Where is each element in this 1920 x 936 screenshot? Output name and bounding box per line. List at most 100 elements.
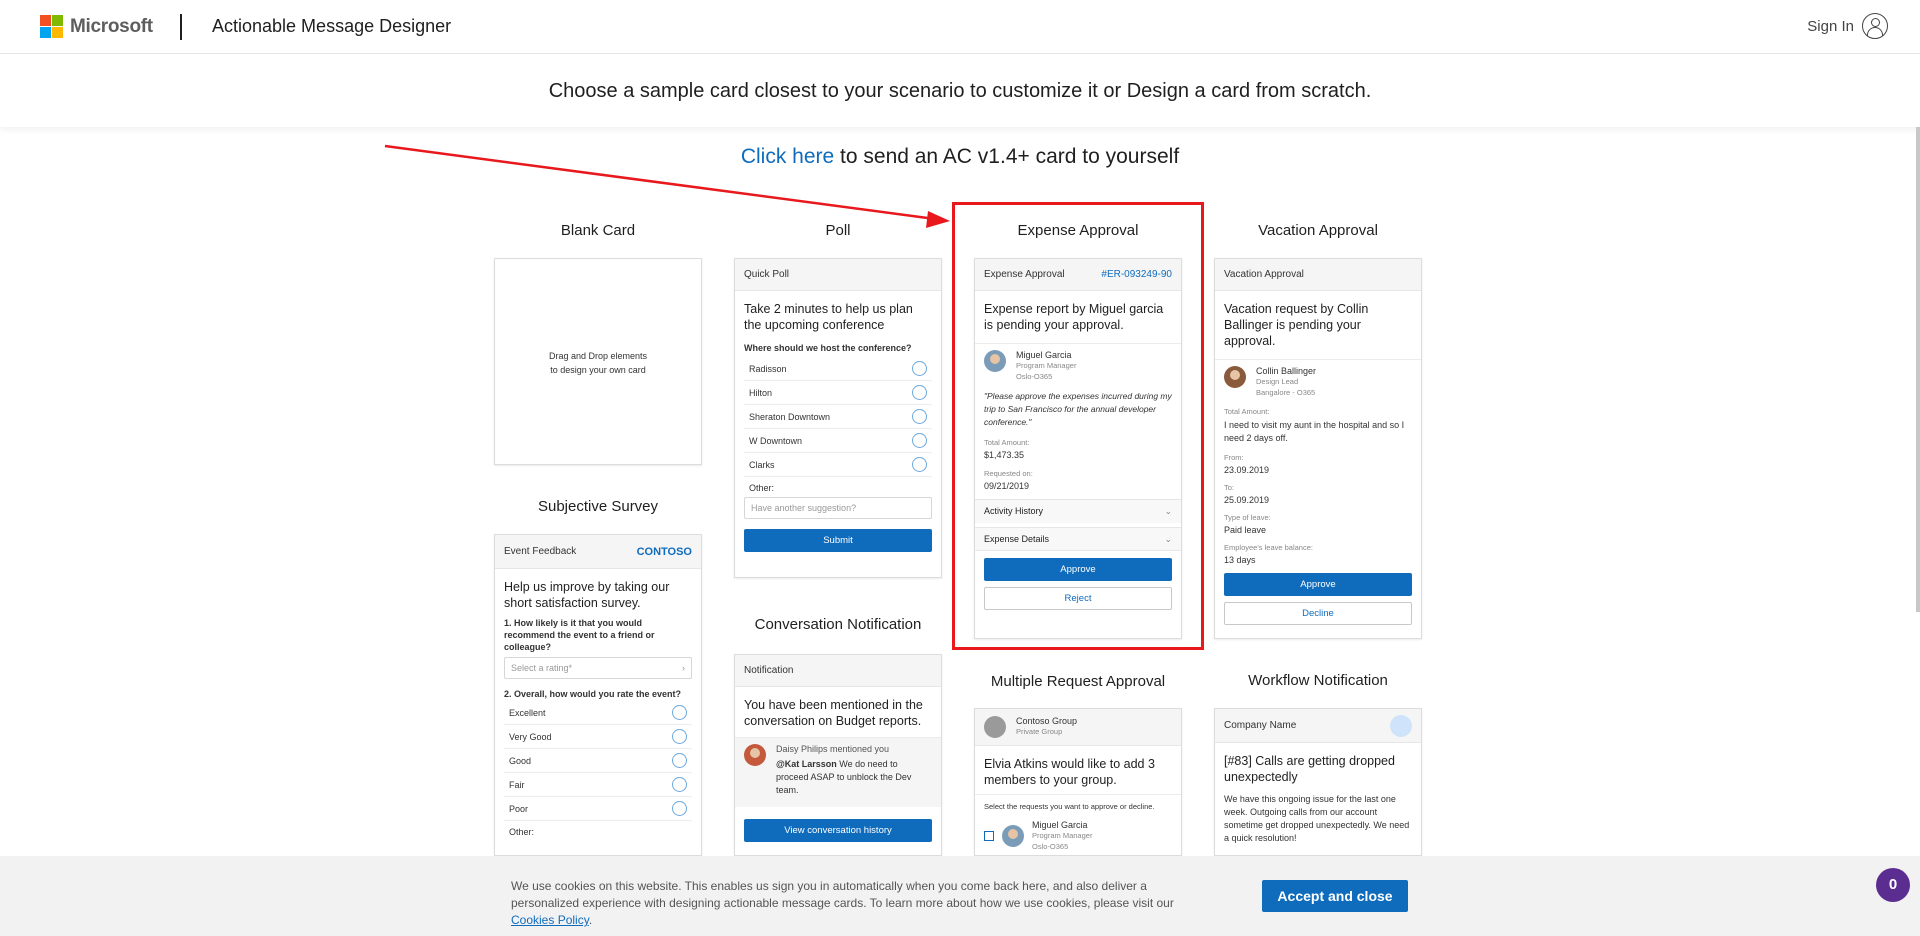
survey-option[interactable]: Excellent xyxy=(504,701,692,725)
radio-button[interactable] xyxy=(912,457,927,472)
survey-option-label: Excellent xyxy=(509,707,546,718)
radio-button[interactable] xyxy=(912,409,927,424)
chat-badge[interactable]: 0 xyxy=(1876,868,1910,902)
poll-option-label: Sheraton Downtown xyxy=(749,411,831,422)
survey-option-label: Good xyxy=(509,755,532,766)
page-title: Choose a sample card closest to your sce… xyxy=(548,80,1372,102)
vacation-approve-button[interactable]: Approve xyxy=(1224,573,1412,596)
group-name: Contoso Group xyxy=(1016,716,1078,726)
conversation-title: Conversation Notification xyxy=(754,616,922,633)
poll-title: Poll xyxy=(825,222,851,239)
poll-option-label: Clarks xyxy=(749,459,775,470)
poll-card-header: Quick Poll xyxy=(735,259,941,291)
multi-request-title: Multiple Request Approval xyxy=(990,673,1166,690)
view-conversation-button[interactable]: View conversation history xyxy=(744,819,932,842)
radio-button[interactable] xyxy=(672,753,687,768)
vacation-balance-value: 13 days xyxy=(1224,555,1256,565)
radio-button[interactable] xyxy=(912,385,927,400)
mention-line: Daisy Philips mentioned you xyxy=(776,744,890,754)
poll-card-sample[interactable]: Quick Poll Take 2 minutes to help us pla… xyxy=(734,258,942,578)
vacation-reason: I need to visit my aunt in the hospital … xyxy=(1224,420,1405,443)
workflow-title: Workflow Notification xyxy=(1248,672,1388,689)
poll-option[interactable]: W Downtown xyxy=(744,429,932,453)
group-type: Private Group xyxy=(1016,727,1063,736)
chevron-right-icon: › xyxy=(682,663,685,673)
workflow-head-label: Company Name xyxy=(1224,720,1297,731)
vacation-heading: Vacation request by Collin Ballinger is … xyxy=(1215,291,1421,360)
send-card-text: to send an AC v1.4+ card to yourself xyxy=(834,145,1180,168)
poll-other-label: Other: xyxy=(749,483,775,493)
conversation-card-header: Notification xyxy=(735,655,941,687)
avatar xyxy=(1002,825,1024,847)
poll-option[interactable]: Clarks xyxy=(744,453,932,477)
poll-heading: Take 2 minutes to help us plan the upcom… xyxy=(744,302,913,332)
workflow-card-header: Company Name xyxy=(1215,709,1421,743)
poll-suggestion-input[interactable]: Have another suggestion? xyxy=(744,497,932,519)
radio-button[interactable] xyxy=(672,729,687,744)
radio-button[interactable] xyxy=(672,801,687,816)
poll-submit-button[interactable]: Submit xyxy=(744,529,932,552)
radio-button[interactable] xyxy=(912,361,927,376)
multi-request-card-sample[interactable]: Contoso Group Private Group Elvia Atkins… xyxy=(974,708,1182,856)
accept-cookies-button[interactable]: Accept and close xyxy=(1262,880,1408,912)
send-card-line: Click here to send an AC v1.4+ card to y… xyxy=(0,145,1920,169)
top-header: Microsoft Actionable Message Designer Si… xyxy=(0,0,1920,54)
rating-select[interactable]: Select a rating* › xyxy=(504,657,692,679)
header-divider xyxy=(180,14,182,40)
workflow-heading: [#83] Calls are getting dropped unexpect… xyxy=(1224,754,1395,784)
cookies-policy-link[interactable]: Cookies Policy xyxy=(511,913,589,927)
blank-card-title: Blank Card xyxy=(560,222,636,239)
mention-user: @Kat Larsson xyxy=(776,759,837,769)
multi-person-location: Oslo-O365 xyxy=(1032,842,1069,851)
multi-instruction: Select the requests you want to approve … xyxy=(975,794,1181,818)
survey-other-label: Other: xyxy=(509,827,535,837)
vacation-card-sample[interactable]: Vacation Approval Vacation request by Co… xyxy=(1214,258,1422,639)
poll-option-label: Radisson xyxy=(749,363,787,374)
cookie-end: . xyxy=(588,913,593,927)
avatar xyxy=(1224,366,1246,388)
decline-button[interactable]: Decline xyxy=(1224,602,1412,625)
conversation-heading: You have been mentioned in the conversat… xyxy=(735,687,941,738)
multi-person-name: Miguel Garcia xyxy=(1032,820,1088,830)
survey-card-sample[interactable]: Event Feedback CONTOSO Help us improve b… xyxy=(494,534,702,856)
survey-option[interactable]: Fair xyxy=(504,773,692,797)
click-here-link[interactable]: Click here xyxy=(741,145,834,168)
multi-person-role: Program Manager xyxy=(1032,831,1093,840)
brand-name: Microsoft xyxy=(70,15,153,37)
sign-in-button[interactable]: Sign In xyxy=(1807,13,1888,39)
radio-button[interactable] xyxy=(912,433,927,448)
survey-option[interactable]: Very Good xyxy=(504,725,692,749)
survey-title: Subjective Survey xyxy=(537,498,659,515)
survey-option[interactable]: Poor xyxy=(504,797,692,821)
request-checkbox[interactable] xyxy=(984,831,994,841)
blank-hint-line1: Drag and Drop elements xyxy=(548,351,648,361)
poll-option[interactable]: Sheraton Downtown xyxy=(744,405,932,429)
poll-option[interactable]: Radisson xyxy=(744,357,932,381)
vacation-approval-title: Vacation Approval xyxy=(1258,222,1378,239)
user-icon xyxy=(1862,13,1888,39)
company-avatar xyxy=(1390,714,1412,737)
app-title[interactable]: Actionable Message Designer xyxy=(212,16,451,37)
poll-option-label: W Downtown xyxy=(749,435,803,446)
poll-option[interactable]: Hilton xyxy=(744,381,932,405)
blank-hint-line2: to design your own card xyxy=(550,365,646,375)
survey-option-label: Fair xyxy=(509,779,525,790)
vacation-person-role: Design Lead xyxy=(1256,377,1299,386)
vacation-person: Collin Ballinger Design Lead Bangalore -… xyxy=(1215,360,1421,404)
survey-options: Excellent Very Good Good Fair Poor xyxy=(495,701,701,821)
avatar xyxy=(744,744,766,766)
scrollbar[interactable] xyxy=(1916,127,1920,612)
conversation-card-sample[interactable]: Notification You have been mentioned in … xyxy=(734,654,942,856)
vacation-head-label: Vacation Approval xyxy=(1224,269,1304,280)
multi-heading: Elvia Atkins would like to add 3 members… xyxy=(984,757,1155,787)
radio-button[interactable] xyxy=(672,777,687,792)
blank-card-sample[interactable]: Drag and Drop elements to design your ow… xyxy=(494,258,702,465)
survey-card-header: Event Feedback CONTOSO xyxy=(495,535,701,569)
radio-button[interactable] xyxy=(672,705,687,720)
workflow-card-sample[interactable]: Company Name [#83] Calls are getting dro… xyxy=(1214,708,1422,856)
poll-options: Radisson Hilton Sheraton Downtown W Downtow… xyxy=(735,357,941,477)
highlight-box xyxy=(952,202,1204,650)
microsoft-logo[interactable]: Microsoft xyxy=(40,15,153,38)
survey-option[interactable]: Good xyxy=(504,749,692,773)
vacation-to-label: To: xyxy=(1224,483,1235,492)
